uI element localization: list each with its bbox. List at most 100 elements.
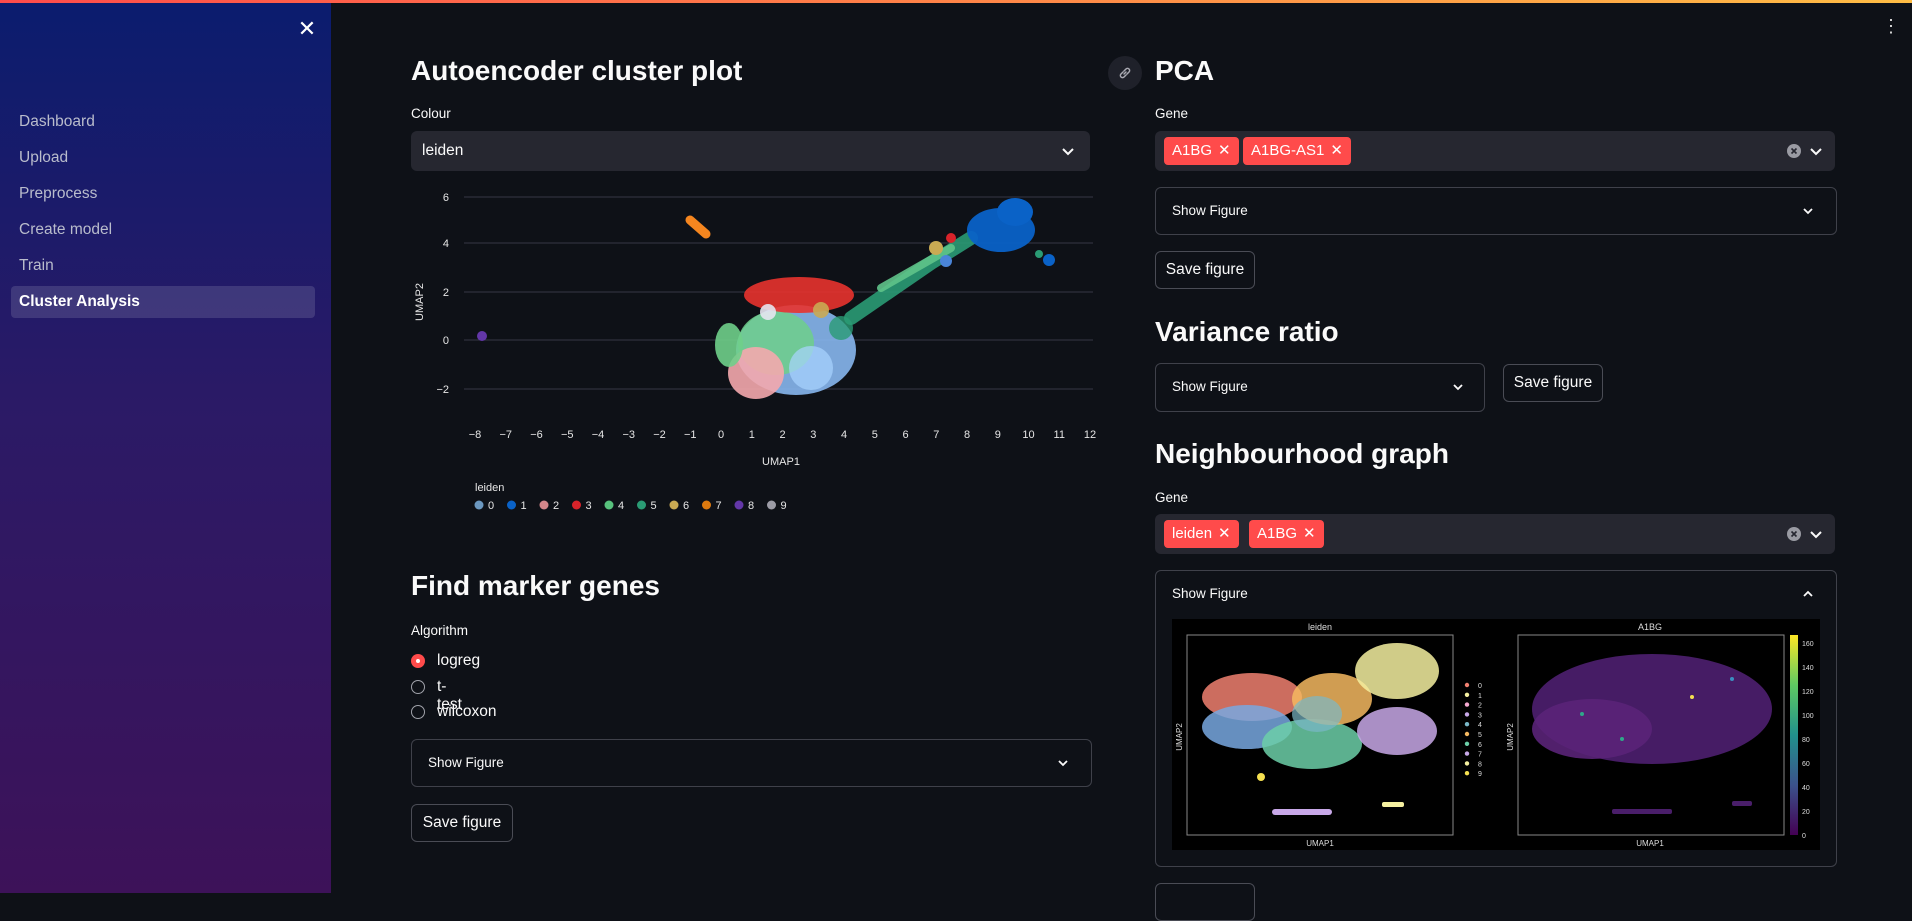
radio-button-checked[interactable] <box>411 654 425 668</box>
expander-label: Show Figure <box>428 755 504 770</box>
figure-legend-swatch <box>1464 731 1470 737</box>
figure-legend-label: 7 <box>1478 752 1482 759</box>
pca-expander[interactable]: Show Figure <box>1155 187 1837 235</box>
x-tick-label: 12 <box>1084 429 1096 441</box>
points-cluster-group <box>1292 696 1342 732</box>
cluster-3-blob <box>744 277 854 313</box>
cluster-6-arm-point <box>929 241 943 255</box>
point-cluster-8 <box>477 331 487 341</box>
pca-tag-a1bg[interactable]: A1BG ✕ <box>1164 137 1239 165</box>
figure-legend-label: 5 <box>1478 732 1482 739</box>
legend-label: 9 <box>781 500 787 512</box>
figure-legend-swatch <box>1464 741 1470 746</box>
legend-label: 4 <box>618 500 624 512</box>
autoencoder-title: Autoencoder cluster plot <box>411 55 743 86</box>
points-expression-group <box>1612 809 1672 814</box>
x-tick-label: 2 <box>779 429 785 441</box>
legend-label: 0 <box>488 500 494 512</box>
x-tick-label: 1 <box>749 429 755 441</box>
x-tick-label: 8 <box>964 429 970 441</box>
colorbar-tick-label: 0 <box>1802 833 1806 840</box>
sidebar-item-dashboard[interactable]: Dashboard <box>11 106 315 138</box>
sidebar-item-preprocess[interactable]: Preprocess <box>11 178 315 210</box>
remove-tag-icon[interactable]: ✕ <box>1218 142 1231 159</box>
points-cluster-group <box>1257 773 1265 781</box>
kebab-menu-icon[interactable]: ⋮ <box>1882 17 1900 35</box>
x-tick-label: 11 <box>1054 429 1065 441</box>
figure-legend-label: 6 <box>1478 742 1482 749</box>
chevron-down-icon <box>1808 143 1824 159</box>
link-icon[interactable] <box>1108 56 1142 90</box>
legend-swatch <box>669 500 679 510</box>
figure-legend-swatch <box>1464 712 1470 717</box>
variance-expander[interactable]: Show Figure <box>1155 363 1485 412</box>
points-cluster-group <box>1272 809 1332 815</box>
clear-all-icon[interactable] <box>1787 527 1801 541</box>
neighbourhood-save-button-partial[interactable] <box>1155 883 1255 921</box>
legend-swatch <box>637 500 646 510</box>
legend-label: 1 <box>521 500 527 512</box>
colorbar-tick-label: 140 <box>1802 665 1814 672</box>
pca-save-button[interactable]: Save figure <box>1155 251 1255 289</box>
figure-right-xlabel: UMAP1 <box>1636 839 1664 848</box>
figure-legend-label: 9 <box>1478 771 1482 778</box>
figure-legend-swatch <box>1464 761 1470 766</box>
figure-legend-swatch <box>1464 722 1470 727</box>
radio-button[interactable] <box>411 680 425 694</box>
y-tick-label: 4 <box>443 238 449 250</box>
radio-button[interactable] <box>411 705 425 719</box>
neighbourhood-gene-label: Gene <box>1155 490 1189 505</box>
figure-legend-swatch <box>1464 692 1470 697</box>
variance-save-button[interactable]: Save figure <box>1503 364 1603 402</box>
variance-ratio-title: Variance ratio <box>1155 316 1339 347</box>
marker-genes-title: Find marker genes <box>411 570 660 601</box>
pca-tag-a1bg-as1[interactable]: A1BG-AS1 ✕ <box>1243 137 1351 165</box>
clear-all-icon[interactable] <box>1787 144 1801 158</box>
sidebar-item-create-model[interactable]: Create model <box>11 214 315 246</box>
sidebar-item-upload[interactable]: Upload <box>11 142 315 174</box>
cluster-9-patch <box>760 304 776 320</box>
points-expression-group <box>1620 737 1624 741</box>
neighbourhood-tag-leiden[interactable]: leiden ✕ <box>1164 520 1239 548</box>
y-tick-labels: 6 4 2 0 −2 <box>436 192 449 396</box>
marker-genes-expander[interactable]: Show Figure <box>411 739 1092 787</box>
neighbourhood-expander-open[interactable]: Show Figure leiden A1BG UMAP1 UMAP1 UMAP… <box>1155 570 1837 867</box>
remove-tag-icon[interactable]: ✕ <box>1218 525 1231 542</box>
colorbar-tick-label: 40 <box>1802 785 1810 792</box>
radio-label: wilcoxon <box>437 703 497 720</box>
sidebar-item-train[interactable]: Train <box>11 250 315 282</box>
x-tick-label: 3 <box>810 429 816 441</box>
colorbar-tick-label: 60 <box>1802 761 1810 768</box>
colour-select[interactable]: leiden <box>411 131 1090 171</box>
expander-label: Show Figure <box>1172 586 1248 601</box>
tag-label: leiden <box>1172 525 1213 542</box>
points-cluster-group <box>1357 707 1437 755</box>
close-sidebar-icon[interactable]: ✕ <box>294 16 320 42</box>
legend-swatch <box>702 500 711 510</box>
figure-right-title: A1BG <box>1638 622 1662 632</box>
neighbourhood-graph-title: Neighbourhood graph <box>1155 438 1449 469</box>
colour-label: Colour <box>411 106 451 121</box>
cluster-0-arm-point <box>940 255 952 267</box>
chevron-up-icon <box>1800 586 1816 602</box>
colorbar-tick-label: 20 <box>1802 809 1810 816</box>
cluster-0-core <box>789 346 833 390</box>
colorbar-tick-label: 100 <box>1802 713 1814 720</box>
neighbourhood-gene-multiselect[interactable]: leiden ✕ A1BG ✕ <box>1155 514 1835 554</box>
colorbar-tick-label: 120 <box>1802 689 1814 696</box>
figure-legend-label: 1 <box>1478 693 1482 700</box>
legend-label: 2 <box>553 500 559 512</box>
remove-tag-icon[interactable]: ✕ <box>1330 142 1343 159</box>
x-tick-label: −8 <box>469 429 482 441</box>
pca-gene-multiselect[interactable]: A1BG ✕ A1BG-AS1 ✕ <box>1155 131 1835 171</box>
cluster-5-tail <box>1035 250 1043 258</box>
marker-genes-save-button[interactable]: Save figure <box>411 804 513 842</box>
y-tick-label: 0 <box>443 335 449 347</box>
x-tick-label: 6 <box>902 429 908 441</box>
pca-title: PCA <box>1155 55 1215 86</box>
remove-tag-icon[interactable]: ✕ <box>1303 525 1316 542</box>
figure-legend-swatch <box>1464 682 1470 688</box>
tag-label: A1BG-AS1 <box>1251 142 1325 159</box>
neighbourhood-tag-a1bg[interactable]: A1BG ✕ <box>1249 520 1324 548</box>
sidebar-item-cluster-analysis[interactable]: Cluster Analysis <box>11 286 315 318</box>
